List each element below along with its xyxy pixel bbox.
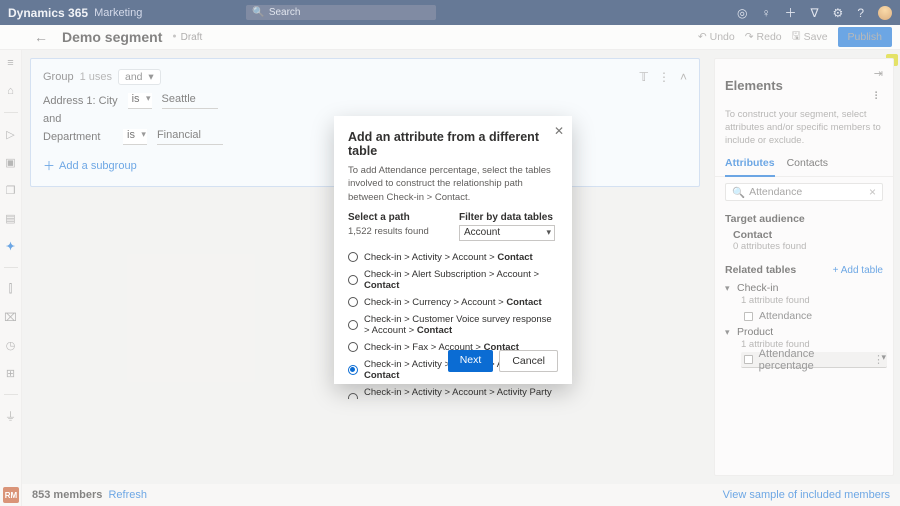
results-found: 1,522 results found (348, 226, 447, 237)
path-option[interactable]: Check-in > Alert Subscription > Account … (348, 266, 558, 294)
radio-icon (348, 297, 358, 307)
next-button[interactable]: Next (448, 350, 494, 372)
select-path-heading: Select a path (348, 212, 447, 223)
path-option[interactable]: Check-in > Activity > Account > Activity… (348, 384, 558, 399)
cancel-button[interactable]: Cancel (499, 350, 558, 372)
radio-icon (348, 320, 358, 330)
close-icon[interactable]: ✕ (554, 124, 564, 138)
path-option[interactable]: Check-in > Currency > Account > Contact (348, 294, 558, 311)
add-attribute-dialog: ✕ Add an attribute from a different tabl… (334, 116, 572, 384)
filter-heading: Filter by data tables (459, 212, 558, 223)
path-option[interactable]: Check-in > Customer Voice survey respons… (348, 311, 558, 339)
dialog-title: Add an attribute from a different table (348, 130, 558, 158)
path-option[interactable]: Check-in > Activity > Account > Contact (348, 249, 558, 266)
filter-select[interactable]: Account (459, 225, 555, 241)
radio-icon (348, 365, 358, 375)
path-list: Check-in > Activity > Account > ContactC… (348, 249, 558, 399)
dialog-desc: To add Attendance percentage, select the… (348, 164, 558, 204)
radio-icon (348, 393, 358, 399)
radio-icon (348, 342, 358, 352)
radio-icon (348, 275, 358, 285)
radio-icon (348, 252, 358, 262)
